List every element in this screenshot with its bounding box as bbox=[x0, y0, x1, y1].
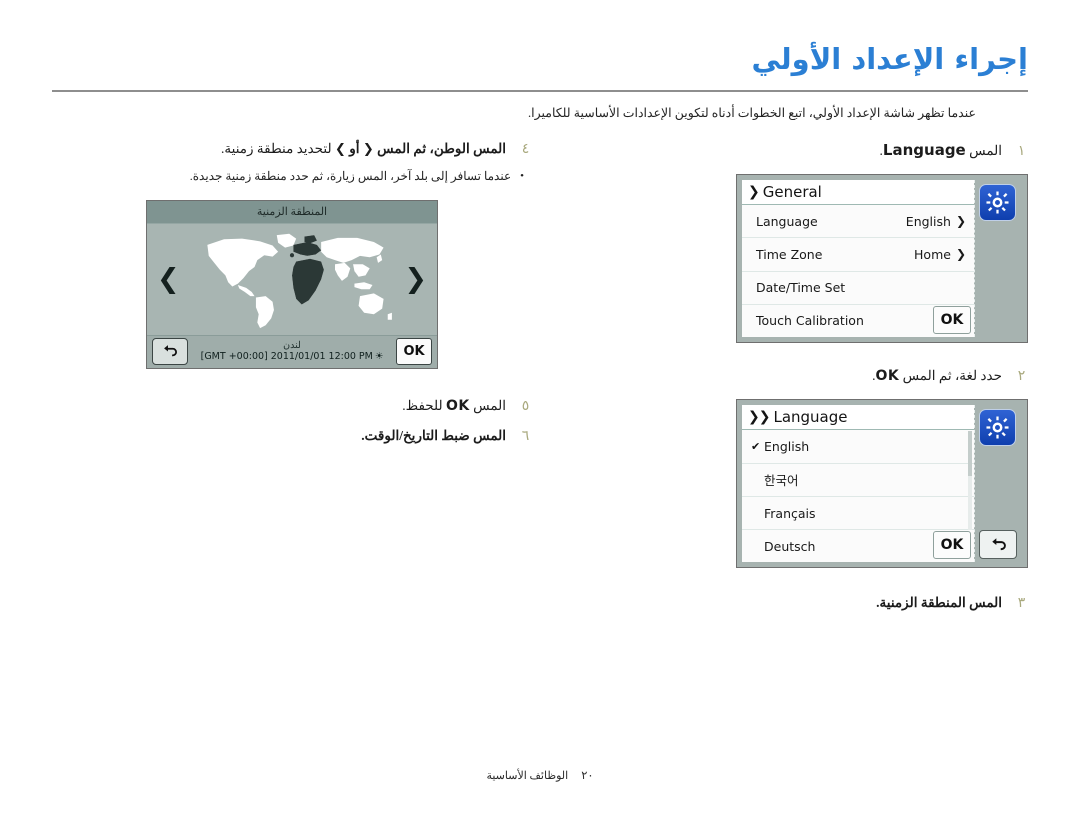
language-item-german-label: Deutsch bbox=[764, 538, 816, 554]
language-list-scrollbar[interactable] bbox=[968, 431, 972, 531]
map-prev-timezone-button[interactable]: ❮ bbox=[157, 266, 180, 293]
page-number: ٢٠ bbox=[581, 768, 594, 782]
step-6: ٦ المس ضبط التاريخ/الوقت. bbox=[52, 425, 532, 447]
language-item-english-label: English bbox=[764, 439, 810, 455]
language-sidebar-rail bbox=[974, 405, 1022, 563]
step-3-text: المس المنطقة الزمنية. bbox=[876, 595, 1002, 611]
chevron-right-icon: ❯ bbox=[955, 214, 966, 229]
language-item-english[interactable]: ✔ English bbox=[742, 430, 974, 464]
language-ok-button[interactable]: OK bbox=[933, 531, 971, 560]
scrollbar-thumb[interactable] bbox=[968, 431, 972, 476]
menu-row-time-zone[interactable]: Time Zone Home ❯ bbox=[742, 238, 974, 272]
step-1-prefix: المس bbox=[969, 143, 1002, 158]
check-icon: ✔ bbox=[751, 440, 761, 454]
intro-paragraph: عندما تظهر شاشة الإعداد الأولي، اتبع الخ… bbox=[528, 106, 976, 120]
general-menu-body: ❯ General Language English ❯ Time Zone H… bbox=[742, 180, 974, 337]
manual-page: إجراء الإعداد الأولي عندما تظهر شاشة الإ… bbox=[0, 0, 1080, 815]
back-arrow-icon[interactable] bbox=[979, 530, 1017, 560]
step-6-number: ٦ bbox=[521, 428, 530, 445]
menu-row-time-zone-value-group: Home ❯ bbox=[914, 247, 966, 262]
step-4-bullet: • عندما تسافر إلى بلد آخر، المس زيارة، ث… bbox=[52, 167, 532, 186]
step-4-part2: لتحديد منطقة زمنية. bbox=[221, 141, 332, 156]
menu-row-language-value-group: English ❯ bbox=[906, 214, 966, 229]
chevron-right-icon: ❯ bbox=[955, 247, 966, 262]
menu-row-date-time-set[interactable]: Date/Time Set bbox=[742, 271, 974, 305]
step-4: ٤ المس الوطن، ثم المس ❮ أو ❯ لتحديد منطق… bbox=[52, 138, 532, 161]
map-back-button[interactable] bbox=[152, 337, 188, 365]
world-map-selected-region bbox=[289, 235, 324, 305]
general-menu-title: ❯ General bbox=[742, 180, 974, 205]
step-2-number: ٢ bbox=[1017, 368, 1026, 384]
step-5-number: ٥ bbox=[521, 397, 530, 414]
language-item-korean[interactable]: 한국어 bbox=[742, 463, 974, 497]
step-5-text: المس OK للحفظ. bbox=[52, 395, 506, 417]
step-2: ٢ حدد لغة، ثم المس OK. bbox=[558, 365, 1028, 387]
step-5-keyword: OK bbox=[445, 397, 470, 414]
step-4-number: ٤ bbox=[521, 141, 530, 157]
camera-screen-language: ❯❯ Language ✔ English 한국어 Français Deuts… bbox=[736, 399, 1028, 569]
sun-icon: ☀ bbox=[374, 351, 384, 363]
step-4-or: أو bbox=[349, 141, 360, 156]
language-item-korean-label: 한국어 bbox=[764, 473, 799, 489]
general-menu-title-label: General bbox=[762, 183, 822, 201]
left-column: ٤ المس الوطن، ثم المس ❮ أو ❯ لتحديد منطق… bbox=[52, 138, 532, 451]
menu-row-date-time-set-label: Date/Time Set bbox=[756, 280, 846, 296]
camera-screen-general: ❯ General Language English ❯ Time Zone H… bbox=[736, 174, 1028, 343]
chevron-right-icon: ❯ bbox=[334, 142, 346, 157]
chevron-left-icon: ❮ bbox=[362, 142, 374, 157]
menu-row-language-value: English bbox=[905, 213, 951, 229]
menu-row-time-zone-label: Time Zone bbox=[756, 246, 823, 262]
step-1-keyword: Language bbox=[882, 141, 966, 159]
step-5-suffix: للحفظ. bbox=[402, 397, 443, 413]
step-1: ١ المس Language. bbox=[558, 138, 1028, 162]
general-sidebar-rail bbox=[974, 180, 1022, 337]
language-menu-title-label: Language bbox=[773, 408, 848, 427]
camera-screen-timezone-map: المنطقة الزمنية ❮ ❯ لندن [GMT +00:00] 20… bbox=[146, 199, 438, 369]
map-ok-button[interactable]: OK bbox=[396, 337, 432, 365]
language-menu-title: ❯❯ Language bbox=[742, 405, 974, 431]
step-3-number: ٣ bbox=[1017, 595, 1026, 612]
map-header-title: المنطقة الزمنية bbox=[147, 200, 437, 224]
gear-icon bbox=[979, 184, 1016, 221]
step-4-text: المس الوطن، ثم المس ❮ أو ❯ لتحديد منطقة … bbox=[52, 138, 506, 161]
step-1-number: ١ bbox=[1017, 143, 1026, 159]
step-5: ٥ المس OK للحفظ. bbox=[52, 395, 532, 417]
step-1-text: المس Language. bbox=[558, 138, 1002, 162]
page-title: إجراء الإعداد الأولي bbox=[751, 42, 1028, 76]
map-city-label: لندن bbox=[283, 340, 301, 351]
menu-row-time-zone-value: Home bbox=[914, 246, 951, 262]
step-4-bullet-text: عندما تسافر إلى بلد آخر، المس زيارة، ثم … bbox=[189, 168, 512, 183]
chevron-right-icon: ❯ bbox=[748, 184, 760, 200]
bullet-icon: • bbox=[520, 169, 524, 182]
map-next-timezone-button[interactable]: ❯ bbox=[404, 266, 427, 293]
map-datetime-group: [GMT +00:00] 2011/01/01 12:00 PM ☀ bbox=[201, 351, 384, 363]
map-datetime-label: [GMT +00:00] 2011/01/01 12:00 PM bbox=[200, 351, 373, 363]
page-footer: ٢٠ الوظائف الأساسية bbox=[0, 768, 1080, 782]
step-3: ٣ المس المنطقة الزمنية. bbox=[558, 592, 1028, 614]
step-5-prefix: المس bbox=[473, 397, 506, 413]
menu-row-language-label: Language bbox=[756, 213, 818, 229]
footer-section-label: الوظائف الأساسية bbox=[486, 770, 569, 782]
right-column: ١ المس Language. ❯ General Language Engl… bbox=[558, 138, 1028, 618]
language-item-french[interactable]: Français bbox=[742, 496, 974, 531]
gear-icon bbox=[979, 409, 1016, 447]
title-divider bbox=[52, 90, 1028, 92]
map-footer: لندن [GMT +00:00] 2011/01/01 12:00 PM ☀ bbox=[147, 334, 437, 368]
step-4-part1: المس الوطن، ثم المس bbox=[377, 141, 506, 156]
step-2-keyword: OK bbox=[875, 368, 900, 384]
step-2-prefix: حدد لغة، ثم المس bbox=[902, 368, 1002, 383]
chevron-double-right-icon: ❯❯ bbox=[748, 409, 770, 426]
general-ok-button[interactable]: OK bbox=[933, 306, 971, 334]
step-2-text: حدد لغة، ثم المس OK. bbox=[558, 365, 1002, 387]
world-map-canvas: ❮ ❯ bbox=[147, 223, 437, 335]
language-item-french-label: Français bbox=[764, 505, 816, 521]
language-menu-body: ❯❯ Language ✔ English 한국어 Français Deuts… bbox=[742, 405, 974, 563]
step-6-text: المس ضبط التاريخ/الوقت. bbox=[361, 428, 506, 444]
menu-row-language[interactable]: Language English ❯ bbox=[742, 205, 974, 239]
menu-row-touch-calibration-label: Touch Calibration bbox=[756, 313, 864, 329]
